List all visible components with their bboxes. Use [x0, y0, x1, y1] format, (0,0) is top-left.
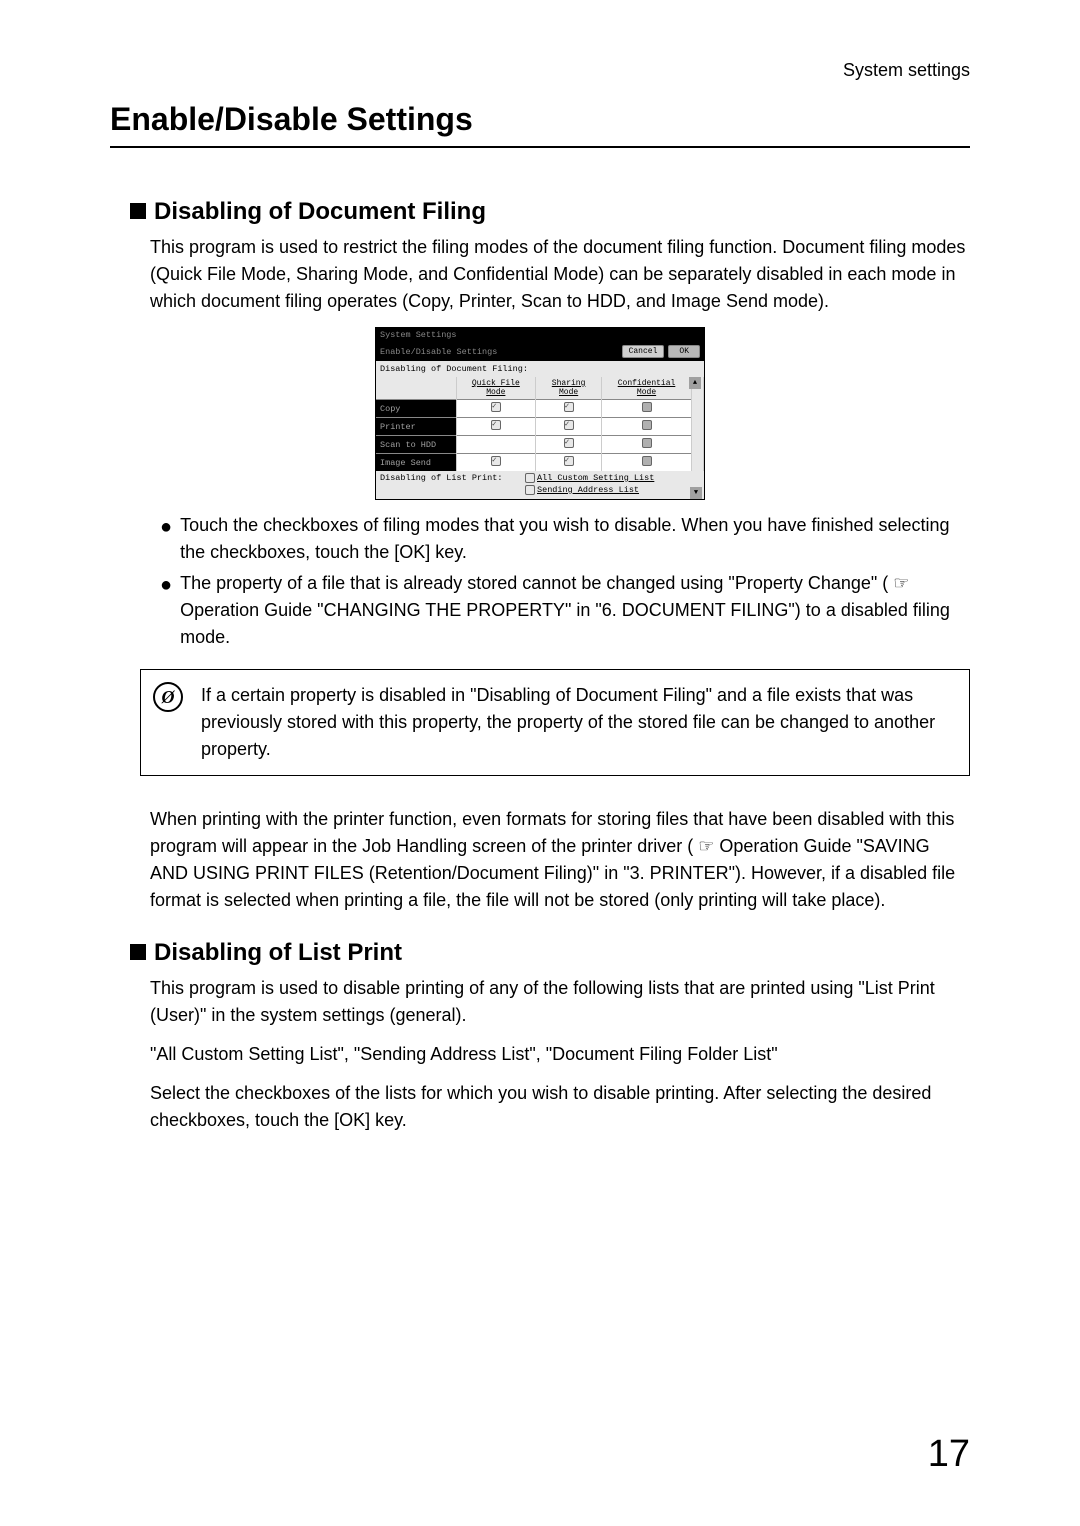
bullet-item: ● Touch the checkboxes of filing modes t… — [150, 512, 970, 566]
checkbox[interactable] — [642, 402, 652, 412]
checkbox[interactable] — [525, 485, 535, 495]
section-heading-2: Disabling of List Print — [130, 939, 970, 967]
checkbox[interactable] — [491, 420, 501, 430]
col-quick-file: Quick File Mode — [456, 377, 536, 400]
square-bullet-icon — [130, 944, 146, 960]
section-heading-1: Disabling of Document Filing — [130, 198, 970, 226]
section2-p2: "All Custom Setting List", "Sending Addr… — [150, 1041, 970, 1068]
square-bullet-icon — [130, 203, 146, 219]
checkbox[interactable] — [491, 402, 501, 412]
scroll-down-icon[interactable]: ▼ — [690, 487, 702, 499]
section-heading-2-text: Disabling of List Print — [154, 939, 402, 966]
scrollbar[interactable]: ▲ — [692, 377, 704, 471]
checkbox[interactable] — [564, 456, 574, 466]
table-row: Scan to HDD — [376, 436, 704, 454]
checkbox[interactable] — [564, 402, 574, 412]
cancel-button[interactable]: Cancel — [622, 345, 665, 358]
note-icon: Ø — [153, 682, 183, 712]
bullet-dot-icon: ● — [160, 570, 172, 651]
section2-p3: Select the checkboxes of the lists for w… — [150, 1080, 970, 1134]
page-title: Enable/Disable Settings — [110, 101, 970, 148]
bullet-text: Touch the checkboxes of filing modes tha… — [180, 512, 970, 566]
section-heading-1-text: Disabling of Document Filing — [154, 198, 486, 225]
panel-titlebar: System Settings — [376, 328, 704, 342]
ok-button[interactable]: OK — [668, 345, 700, 358]
paragraph-2: When printing with the printer function,… — [150, 806, 970, 914]
panel-header: Enable/Disable Settings Cancel OK — [376, 342, 704, 361]
panel-header-label: Enable/Disable Settings — [380, 347, 497, 357]
filing-modes-table: Quick File Mode Sharing Mode Confidentia… — [376, 377, 704, 471]
checkbox[interactable] — [642, 438, 652, 448]
table-row: Image Send — [376, 454, 704, 472]
bullet-item: ● The property of a file that is already… — [150, 570, 970, 651]
checkbox[interactable] — [525, 473, 535, 483]
checkbox[interactable] — [564, 420, 574, 430]
checkbox[interactable] — [564, 438, 574, 448]
checkbox[interactable] — [491, 456, 501, 466]
settings-panel-screenshot: System Settings Enable/Disable Settings … — [375, 327, 705, 500]
list-item: Sending Address List — [525, 485, 700, 495]
panel-section-label: Disabling of Document Filing: — [376, 361, 704, 377]
bullet-list: ● Touch the checkboxes of filing modes t… — [150, 512, 970, 651]
section2-p1: This program is used to disable printing… — [150, 975, 970, 1029]
note-box: Ø If a certain property is disabled in "… — [140, 669, 970, 776]
bullet-text: The property of a file that is already s… — [180, 570, 970, 651]
checkbox[interactable] — [642, 456, 652, 466]
header-category: System settings — [110, 60, 970, 81]
note-text: If a certain property is disabled in "Di… — [201, 682, 951, 763]
bullet-dot-icon: ● — [160, 512, 172, 566]
col-confidential: Confidential Mode — [602, 377, 692, 400]
checkbox[interactable] — [642, 420, 652, 430]
page-number: 17 — [928, 1433, 970, 1476]
col-sharing: Sharing Mode — [536, 377, 602, 400]
scroll-up-icon[interactable]: ▲ — [689, 377, 701, 389]
section1-intro: This program is used to restrict the fil… — [150, 234, 970, 315]
table-row: Printer — [376, 418, 704, 436]
panel-list-print-section: Disabling of List Print: All Custom Sett… — [376, 471, 704, 499]
list-item: All Custom Setting List — [525, 473, 700, 483]
table-row: Copy — [376, 400, 704, 418]
